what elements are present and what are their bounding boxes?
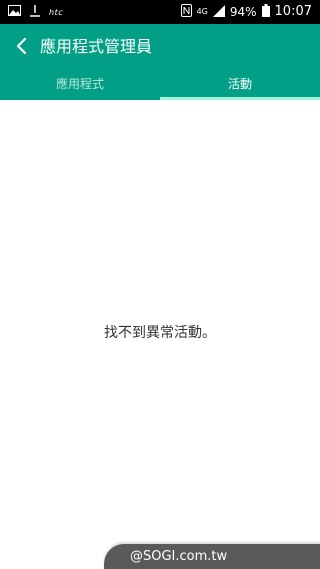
tab-activity[interactable]: 活動 bbox=[160, 72, 320, 100]
battery-icon bbox=[261, 4, 270, 20]
chevron-left-icon bbox=[14, 37, 30, 59]
signal-icon bbox=[212, 4, 225, 20]
back-button[interactable] bbox=[8, 34, 36, 62]
status-left: htc bbox=[8, 4, 64, 20]
tab-apps[interactable]: 應用程式 bbox=[0, 72, 160, 100]
status-time: 10:07 bbox=[274, 4, 312, 19]
tab-apps-label: 應用程式 bbox=[55, 77, 104, 91]
status-bar: htc 4G 94% 10:07 bbox=[0, 0, 320, 24]
network-type: 4G bbox=[196, 7, 208, 16]
download-icon bbox=[29, 4, 41, 20]
app-bar: 應用程式管理員 應用程式 活動 bbox=[0, 24, 320, 100]
watermark: @SOGI.com.tw bbox=[104, 544, 320, 569]
tab-bar: 應用程式 活動 bbox=[0, 72, 320, 100]
status-right: 4G 94% 10:07 bbox=[180, 4, 312, 20]
empty-state-message: 找不到異常活動。 bbox=[104, 325, 216, 341]
page-title: 應用程式管理員 bbox=[40, 37, 153, 56]
image-icon bbox=[8, 5, 21, 19]
carrier-brand: htc bbox=[49, 7, 64, 17]
watermark-text: @SOGI.com.tw bbox=[130, 549, 228, 564]
screen: htc 4G 94% 10:07 應用程式管理員 應用程式 活動 找不到異常活動… bbox=[0, 0, 320, 569]
battery-percent: 94% bbox=[229, 5, 257, 19]
nfc-icon bbox=[180, 4, 192, 20]
tab-activity-label: 活動 bbox=[227, 77, 252, 91]
tab-indicator bbox=[160, 97, 320, 100]
